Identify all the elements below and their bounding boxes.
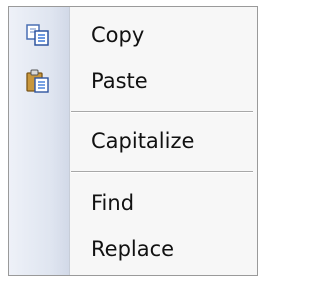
menu-item-label: Paste — [91, 69, 148, 93]
menu-separator — [71, 171, 253, 173]
context-menu: Copy Paste Capitalize Find Replace — [8, 6, 258, 276]
menu-item-find[interactable]: Find — [9, 179, 257, 227]
menu-item-capitalize[interactable]: Capitalize — [9, 117, 257, 165]
menu-separator — [71, 111, 253, 113]
copy-icon — [25, 23, 51, 47]
menu-item-label: Copy — [91, 23, 145, 47]
menu-item-paste[interactable]: Paste — [9, 57, 257, 105]
menu-item-replace[interactable]: Replace — [9, 225, 257, 273]
paste-icon — [25, 69, 51, 93]
menu-item-label: Replace — [91, 237, 175, 261]
menu-item-label: Capitalize — [91, 129, 195, 153]
menu-item-copy[interactable]: Copy — [9, 11, 257, 59]
menu-item-label: Find — [91, 191, 135, 215]
